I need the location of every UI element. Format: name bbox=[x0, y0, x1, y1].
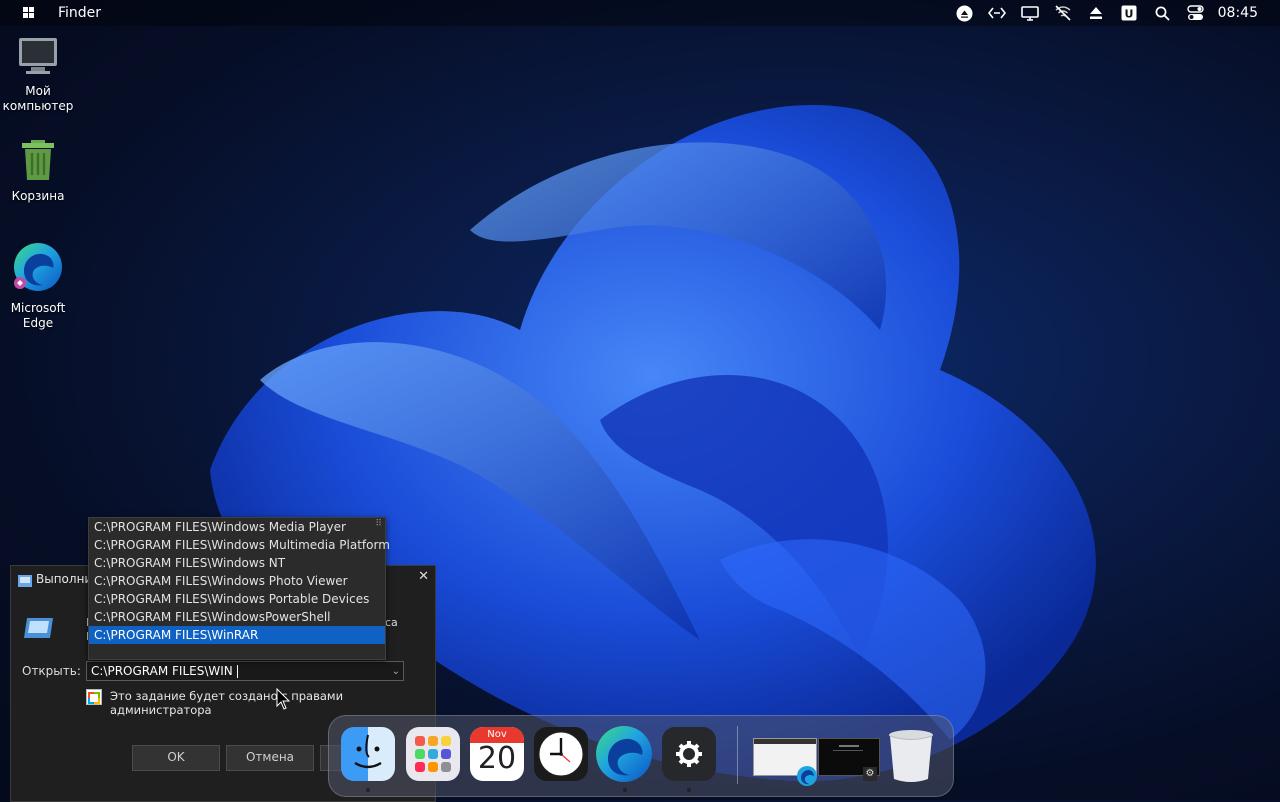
run-command-value: C:\PROGRAM FILES\WIN bbox=[91, 664, 233, 678]
dock-separator bbox=[737, 726, 738, 784]
desktop-icon-edge[interactable]: Microsoft Edge bbox=[0, 241, 76, 331]
trash-icon[interactable] bbox=[884, 727, 938, 782]
open-label: Открыть: bbox=[22, 664, 81, 678]
desktop-icon-recycle-bin[interactable]: Корзина bbox=[0, 139, 76, 204]
cancel-button[interactable]: Отмена bbox=[226, 745, 314, 771]
monitor-icon[interactable] bbox=[1021, 4, 1039, 22]
run-dialog-title: Выполни bbox=[36, 572, 93, 586]
eject-icon[interactable] bbox=[1087, 4, 1105, 22]
mouse-cursor-icon bbox=[276, 687, 291, 714]
recycle-bin-icon bbox=[0, 139, 76, 185]
wifi-off-icon[interactable] bbox=[1054, 4, 1072, 22]
autocomplete-item[interactable]: C:\PROGRAM FILES\Windows NT bbox=[89, 554, 385, 572]
autocomplete-item[interactable]: C:\PROGRAM FILES\Windows Portable Device… bbox=[89, 590, 385, 608]
menu-clock[interactable]: 08:45 bbox=[1218, 5, 1258, 21]
toggle-icon[interactable] bbox=[1186, 4, 1204, 22]
caret bbox=[236, 665, 238, 678]
admin-shield-icon bbox=[86, 689, 102, 705]
finder-icon[interactable] bbox=[341, 727, 395, 781]
running-indicator bbox=[623, 788, 627, 792]
active-app-name[interactable]: Finder bbox=[58, 5, 101, 21]
run-title-icon bbox=[18, 572, 32, 591]
window-thumbnail-edge[interactable] bbox=[753, 738, 817, 786]
autocomplete-item[interactable]: C:\PROGRAM FILES\Windows Media Player bbox=[89, 518, 385, 536]
run-app-icon bbox=[23, 616, 55, 644]
desktop-icon-label: Мой компьютер bbox=[2, 84, 74, 113]
edge-icon bbox=[0, 241, 76, 297]
dock: Nov 20 ⚙ bbox=[328, 715, 954, 797]
resize-grip-icon[interactable]: ⠿ bbox=[375, 519, 382, 529]
window-thumbnail-dark[interactable]: ⚙ bbox=[818, 738, 880, 781]
clock-icon[interactable] bbox=[534, 727, 588, 781]
running-indicator bbox=[366, 788, 370, 792]
desktop-icon-label: Microsoft Edge bbox=[10, 301, 66, 330]
autocomplete-item[interactable]: C:\PROGRAM FILES\Windows Multimedia Plat… bbox=[89, 536, 390, 554]
desktop-icon-label: Корзина bbox=[11, 189, 65, 203]
run-command-input[interactable]: C:\PROGRAM FILES\WIN ⌄ bbox=[86, 661, 404, 681]
gear-icon: ⚙ bbox=[863, 767, 877, 781]
edge-icon bbox=[796, 765, 818, 791]
desktop-icon-my-computer[interactable]: Мой компьютер bbox=[0, 36, 76, 114]
close-icon[interactable]: ✕ bbox=[418, 569, 429, 584]
calendar-day: 20 bbox=[477, 741, 517, 776]
windows-logo-icon[interactable] bbox=[23, 7, 35, 19]
svg-text:U: U bbox=[1125, 8, 1134, 21]
run-description-right: са bbox=[385, 616, 398, 629]
running-indicator bbox=[687, 788, 691, 792]
autocomplete-list: C:\PROGRAM FILES\Windows Media Player C:… bbox=[88, 517, 390, 660]
chevron-down-icon[interactable]: ⌄ bbox=[392, 663, 400, 680]
launchpad-icon[interactable] bbox=[406, 727, 460, 781]
ok-button[interactable]: OK bbox=[132, 745, 220, 771]
search-icon[interactable] bbox=[1153, 4, 1171, 22]
menu-bar: Finder U 08:45 bbox=[0, 0, 1280, 26]
autocomplete-item[interactable]: C:\PROGRAM FILES\WindowsPowerShell bbox=[89, 608, 385, 626]
edge-icon[interactable] bbox=[596, 726, 652, 782]
u-box-icon[interactable]: U bbox=[1120, 4, 1138, 22]
admin-note: Это задание будет создано с правами адми… bbox=[110, 689, 344, 717]
settings-icon[interactable] bbox=[662, 727, 716, 781]
remote-connect-icon[interactable] bbox=[988, 4, 1006, 22]
computer-icon bbox=[0, 36, 76, 80]
eject-circle-icon[interactable] bbox=[955, 4, 973, 22]
autocomplete-item[interactable]: C:\PROGRAM FILES\Windows Photo Viewer bbox=[89, 572, 385, 590]
autocomplete-item-selected[interactable]: C:\PROGRAM FILES\WinRAR bbox=[89, 626, 385, 644]
calendar-icon[interactable]: Nov 20 bbox=[470, 727, 524, 781]
